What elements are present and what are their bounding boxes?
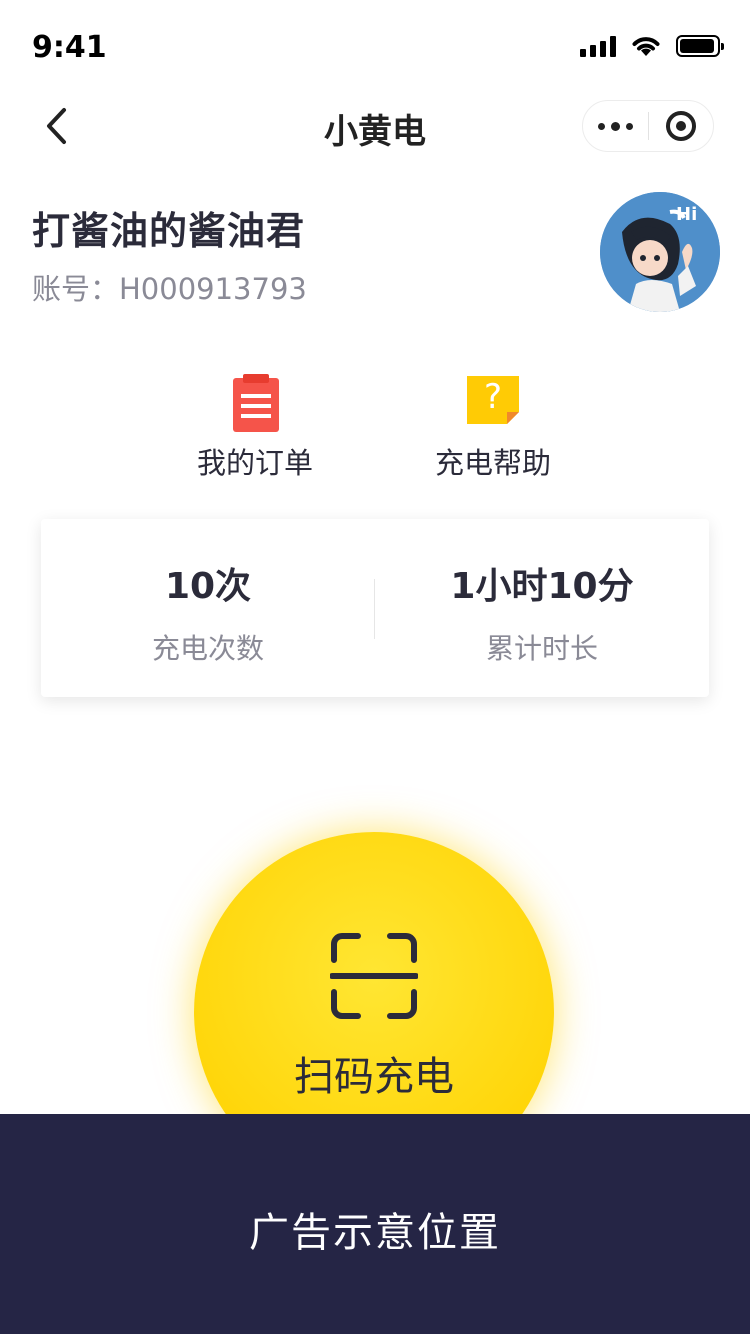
wifi-icon [632, 37, 660, 56]
battery-icon [676, 35, 724, 57]
svg-text:?: ? [484, 377, 502, 417]
charge-count-value: 10次 [164, 566, 252, 607]
signal-icon [580, 35, 616, 57]
charging-help-button[interactable]: ? 充电帮助 [413, 370, 573, 482]
quick-actions: 我的订单 ? 充电帮助 [0, 370, 750, 490]
target-icon [665, 111, 696, 141]
ad-placeholder-text: 广告示意位置 [249, 1210, 501, 1256]
ad-banner[interactable]: 广告示意位置 [0, 1114, 750, 1334]
nav-bar: 小黄电 [0, 90, 750, 162]
more-menu-button[interactable] [583, 101, 648, 151]
svg-text:Hi: Hi [676, 204, 697, 225]
scan-charge-label: 扫码充电 [294, 1054, 454, 1100]
my-orders-label: 我的订单 [196, 446, 313, 480]
user-name: 打酱油的酱油君 [32, 209, 306, 253]
help-question-icon: ? [463, 370, 523, 432]
my-orders-button[interactable]: 我的订单 [175, 370, 335, 482]
total-duration-label: 累计时长 [485, 632, 598, 665]
total-duration-stat: 1小时10分 累计时长 [375, 557, 709, 667]
close-mini-program-button[interactable] [649, 101, 714, 151]
scan-code-icon [330, 933, 418, 1019]
charging-help-label: 充电帮助 [434, 446, 551, 480]
user-account: 账号：H000913793 [32, 272, 307, 306]
status-bar: 9:41 [0, 0, 750, 90]
avatar[interactable]: Hi [600, 192, 720, 312]
status-icons [580, 34, 724, 58]
more-dots-icon [597, 122, 605, 130]
stats-card: 10次 充电次数 1小时10分 累计时长 [41, 519, 709, 697]
more-dots-icon-right [625, 122, 633, 130]
charge-count-label: 充电次数 [151, 632, 264, 665]
more-dots-icon-center [610, 121, 620, 131]
charge-count-stat: 10次 充电次数 [41, 557, 375, 667]
order-list-icon [225, 370, 285, 432]
total-duration-value: 1小时10分 [450, 566, 634, 607]
avatar-illustration-icon: Hi [600, 192, 720, 312]
mini-program-capsule [582, 100, 714, 152]
status-time: 9:41 [32, 30, 107, 65]
